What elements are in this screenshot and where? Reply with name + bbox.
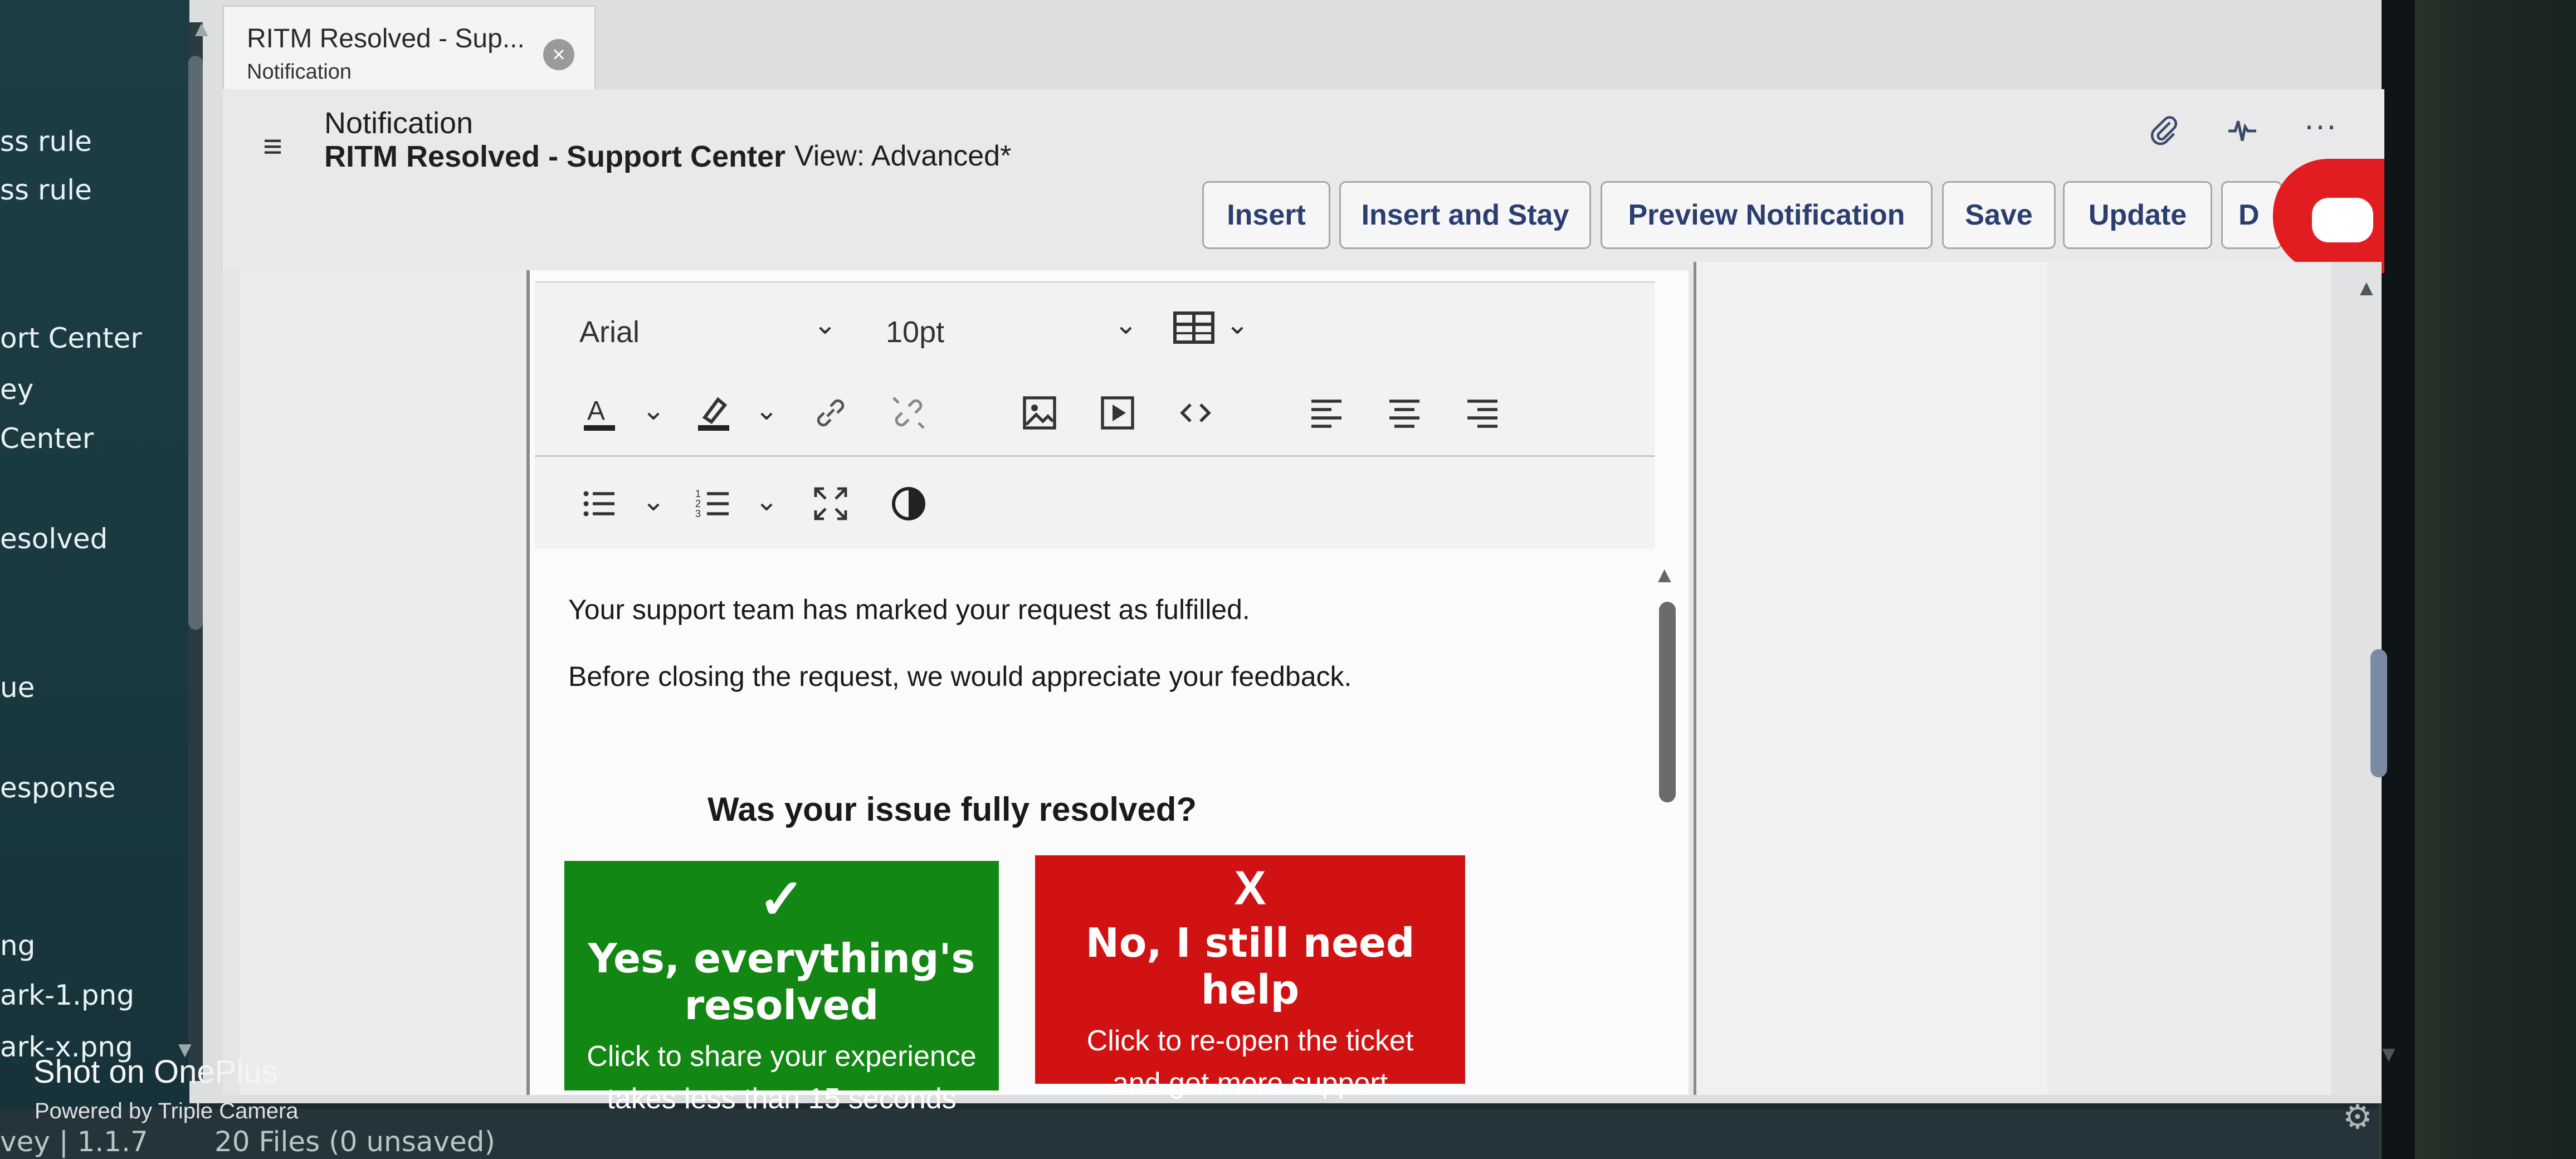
highlight-icon[interactable] bbox=[694, 393, 734, 441]
paperclip-icon[interactable] bbox=[2148, 114, 2181, 155]
unlink-icon[interactable] bbox=[889, 393, 929, 441]
yes-subtitle-1: Click to share your experience bbox=[587, 1040, 977, 1073]
camera-watermark: Shot on OnePlus bbox=[33, 1054, 278, 1090]
numbered-list-icon[interactable]: 123 bbox=[694, 484, 734, 532]
video-icon[interactable] bbox=[1097, 393, 1138, 441]
sidebar-item[interactable]: ark-1.png bbox=[0, 979, 134, 1011]
bullet-list-icon[interactable] bbox=[579, 484, 619, 532]
no-subtitle-1: Click to re-open the ticket bbox=[1086, 1025, 1414, 1057]
scroll-up-icon[interactable]: ▲ bbox=[191, 17, 213, 42]
sidebar-item[interactable]: Center bbox=[0, 422, 94, 455]
preview-notification-button[interactable]: Preview Notification bbox=[1601, 181, 1933, 249]
yes-resolved-button[interactable]: ✓ Yes, everything's resolved Click to sh… bbox=[564, 861, 999, 1115]
svg-text:A: A bbox=[587, 396, 605, 426]
align-left-icon[interactable] bbox=[1306, 393, 1346, 441]
form-right-column bbox=[1694, 262, 2050, 1095]
tab-close-icon[interactable]: × bbox=[543, 39, 574, 70]
sidebar-item[interactable]: ss rule bbox=[0, 125, 92, 158]
image-icon[interactable] bbox=[1019, 393, 1060, 441]
chevron-down-icon[interactable]: ⌄ bbox=[755, 485, 778, 517]
chevron-down-icon[interactable]: ⌄ bbox=[1226, 308, 1249, 340]
no-title: No, I still need help bbox=[1085, 919, 1415, 1013]
record-name: RITM Resolved - Support Center bbox=[324, 140, 786, 173]
editor-scrollbar-thumb[interactable] bbox=[1659, 602, 1676, 802]
form-left-column bbox=[240, 270, 526, 1095]
chevron-down-icon[interactable]: ⌄ bbox=[813, 308, 837, 340]
chevron-down-icon[interactable]: ⌄ bbox=[1114, 308, 1138, 340]
no-need-help-button[interactable]: X No, I still need help Click to re-open… bbox=[1035, 855, 1465, 1099]
sidebar-item[interactable]: esolved bbox=[0, 523, 108, 555]
font-family-select[interactable]: Arial bbox=[579, 315, 640, 349]
hamburger-menu-icon[interactable]: ≡ bbox=[263, 127, 282, 165]
table-icon[interactable] bbox=[1173, 311, 1215, 353]
message-line-1: Your support team has marked your reques… bbox=[568, 594, 1250, 625]
more-icon[interactable]: ··· bbox=[2304, 106, 2337, 144]
yes-subtitle-2: takes less than 15 seconds bbox=[607, 1083, 957, 1115]
status-version: vey | 1.1.7 bbox=[0, 1126, 148, 1158]
font-size-select[interactable]: 10pt bbox=[886, 315, 944, 349]
sidebar-scrollbar-thumb[interactable] bbox=[188, 56, 203, 630]
update-button[interactable]: Update bbox=[2063, 181, 2212, 249]
form-right-column-2 bbox=[2047, 262, 2331, 1095]
view-indicator[interactable]: View: Advanced* bbox=[794, 139, 1011, 173]
no-subtitle-2: and get more support bbox=[1112, 1067, 1388, 1099]
chat-bubble-icon bbox=[2312, 198, 2373, 242]
x-mark-icon: X bbox=[1234, 861, 1266, 915]
editor-toolbar-row-1 bbox=[535, 281, 1655, 371]
chevron-down-icon[interactable]: ⌄ bbox=[642, 394, 665, 426]
status-files: 20 Files (0 unsaved) bbox=[214, 1126, 496, 1158]
sidebar-item[interactable]: esponse bbox=[0, 772, 116, 804]
background-sidebar: ss rule ss rule ort Center ey Center eso… bbox=[0, 0, 189, 1114]
tab-subtitle: Notification bbox=[247, 60, 352, 84]
sidebar-item[interactable]: ss rule bbox=[0, 174, 92, 206]
scroll-down-icon[interactable]: ▼ bbox=[2378, 1042, 2400, 1067]
tab-title: RITM Resolved - Sup... bbox=[247, 24, 525, 53]
sidebar-item[interactable]: ng bbox=[0, 929, 35, 962]
scroll-up-icon[interactable]: ▲ bbox=[2355, 276, 2378, 301]
insert-button[interactable]: Insert bbox=[1202, 181, 1330, 249]
sidebar-item[interactable]: ue bbox=[0, 671, 35, 704]
source-code-icon[interactable] bbox=[1175, 393, 1216, 441]
chevron-down-icon[interactable]: ⌄ bbox=[642, 485, 665, 517]
sparkle-icon[interactable] bbox=[2226, 114, 2259, 155]
form-scrollbar-thumb[interactable] bbox=[2370, 649, 2387, 777]
sidebar-item[interactable]: ort Center bbox=[0, 322, 142, 354]
align-right-icon[interactable] bbox=[1462, 393, 1502, 441]
message-line-2: Before closing the request, we would app… bbox=[568, 661, 1352, 692]
text-color-icon[interactable]: A bbox=[579, 393, 619, 441]
svg-text:3: 3 bbox=[695, 508, 701, 519]
yes-title: Yes, everything's resolved bbox=[588, 935, 975, 1029]
camera-watermark-sub: Powered by Triple Camera bbox=[35, 1099, 299, 1123]
chevron-down-icon[interactable]: ⌄ bbox=[755, 394, 778, 426]
settings-icon[interactable]: ⚙ bbox=[2343, 1098, 2373, 1137]
page-title: Notification bbox=[324, 106, 474, 140]
scroll-up-icon[interactable]: ▲ bbox=[1653, 563, 1676, 588]
sidebar-item[interactable]: ey bbox=[0, 373, 33, 406]
fullscreen-icon[interactable] bbox=[811, 484, 851, 532]
align-center-icon[interactable] bbox=[1384, 393, 1424, 441]
contrast-icon[interactable] bbox=[889, 484, 929, 532]
screen-bezel bbox=[2382, 0, 2415, 1159]
save-button[interactable]: Save bbox=[1942, 181, 2056, 249]
checkmark-icon: ✓ bbox=[758, 868, 805, 931]
insert-and-stay-button[interactable]: Insert and Stay bbox=[1339, 181, 1591, 249]
link-icon[interactable] bbox=[811, 393, 851, 441]
feedback-question: Was your issue fully resolved? bbox=[708, 791, 1197, 828]
